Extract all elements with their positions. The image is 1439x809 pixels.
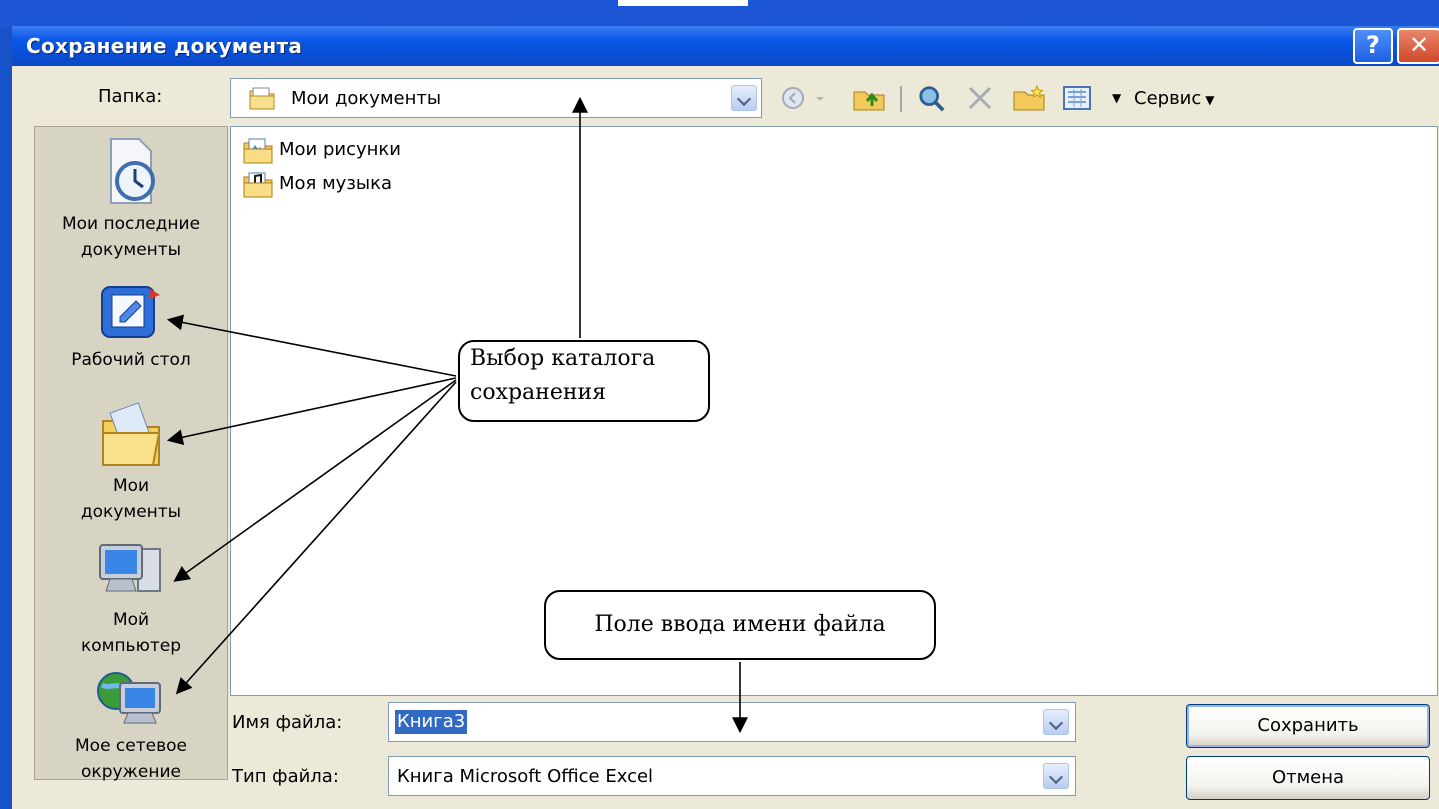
search-web-icon[interactable] (916, 84, 948, 112)
back-icon[interactable] (780, 84, 806, 112)
place-my-documents[interactable]: Мои документы (35, 399, 227, 525)
callout-text: сохранения (470, 380, 607, 405)
chevron-down-icon[interactable] (1043, 763, 1069, 789)
network-places-icon (97, 672, 161, 724)
filetype-select[interactable]: Книга Microsoft Office Excel (388, 756, 1076, 796)
callout-text: Поле ввода имени файла (594, 612, 886, 637)
folder-select[interactable]: Мои документы (230, 78, 762, 118)
place-recent-documents[interactable]: Мои последние документы (35, 135, 227, 263)
places-bar: Мои последние документы Рабочий стол Мои… (34, 126, 228, 782)
place-label: Мой (112, 610, 150, 630)
pictures-folder-icon (243, 138, 273, 164)
window-title: Сохранение документа (26, 34, 303, 58)
delete-icon[interactable] (966, 84, 994, 112)
toolbar-separator (900, 86, 902, 112)
back-dropdown-icon[interactable] (814, 84, 826, 112)
desktop-background (0, 0, 1439, 28)
desktop-icon (101, 286, 160, 338)
views-icon[interactable] (1062, 84, 1094, 112)
place-desktop[interactable]: Рабочий стол (35, 281, 227, 373)
file-name: Моя музыка (279, 173, 393, 194)
filename-input[interactable]: Книга3 (388, 702, 1076, 742)
save-button[interactable]: Сохранить (1186, 704, 1430, 748)
music-folder-icon (243, 172, 273, 198)
title-bar[interactable]: Сохранение документа ? ✕ (12, 26, 1439, 66)
up-folder-icon[interactable] (852, 84, 886, 112)
close-button[interactable]: ✕ (1397, 28, 1439, 64)
service-label: Сервис (1134, 88, 1202, 109)
folder-label: Папка: (98, 86, 163, 107)
cancel-button[interactable]: Отмена (1186, 756, 1430, 800)
filetype-value: Книга Microsoft Office Excel (397, 766, 654, 787)
window-edge (618, 0, 748, 6)
folder-icon (249, 87, 275, 110)
views-dropdown-icon[interactable]: ▼ (1112, 91, 1121, 105)
place-label: документы (80, 502, 182, 522)
file-name: Мои рисунки (279, 139, 401, 160)
service-menu[interactable]: Сервис ▼ (1134, 88, 1215, 109)
place-label: Мои (112, 476, 150, 496)
chevron-down-icon[interactable] (731, 85, 757, 111)
place-label: компьютер (80, 636, 182, 656)
folder-value: Мои документы (291, 88, 442, 109)
chevron-down-icon[interactable] (1043, 709, 1069, 735)
callout-text: Выбор каталога (470, 346, 656, 371)
my-documents-icon (102, 402, 161, 466)
callout-filename-field: Поле ввода имени файла (544, 590, 936, 660)
service-dropdown-icon: ▼ (1205, 93, 1215, 107)
recent-documents-icon (110, 138, 155, 204)
filename-value: Книга3 (395, 710, 468, 734)
help-button[interactable]: ? (1353, 28, 1393, 64)
place-label: Рабочий стол (71, 350, 191, 370)
place-my-computer[interactable]: Мой компьютер (35, 539, 227, 659)
place-label: окружение (81, 762, 181, 782)
place-network[interactable]: Мое сетевое окружение (35, 669, 227, 785)
new-folder-icon[interactable] (1012, 84, 1046, 112)
place-label: Мое сетевое (75, 736, 187, 756)
place-label: Мои последние (61, 214, 201, 234)
toolbar: ▼ Сервис ▼ (780, 78, 1260, 118)
my-computer-icon (99, 544, 161, 592)
callout-folder-choice: Выбор каталога сохранения (458, 340, 710, 422)
place-label: документы (80, 240, 182, 260)
filetype-label: Тип файла: (232, 766, 339, 787)
save-dialog: Сохранение документа ? ✕ Папка: Мои доку… (10, 26, 1439, 809)
filename-label: Имя файла: (232, 712, 343, 733)
